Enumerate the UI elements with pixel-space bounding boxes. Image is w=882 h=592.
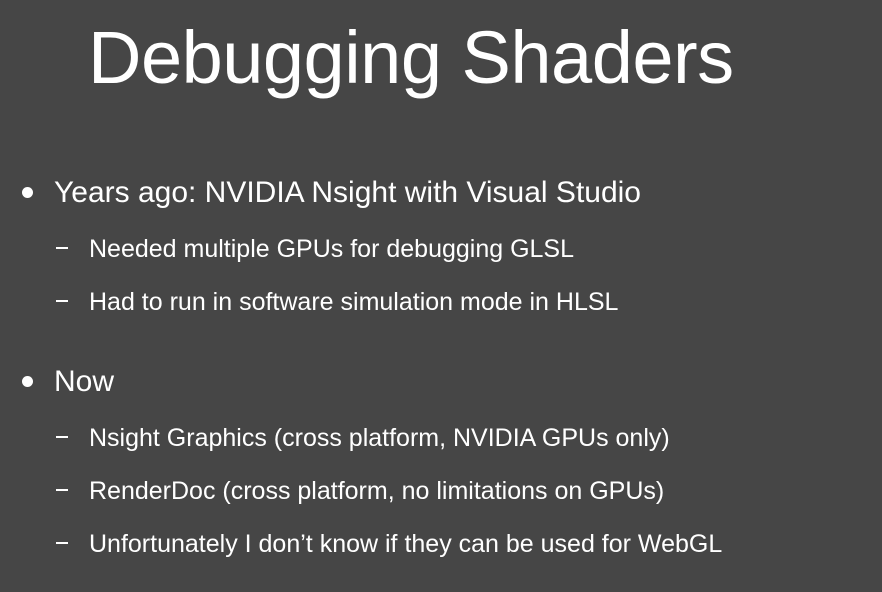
sub-bullet-text: RenderDoc (cross platform, no limitation… <box>89 477 665 505</box>
sub-bullet-item: RenderDoc (cross platform, no limitation… <box>0 474 882 508</box>
bullet-dot-icon <box>22 187 33 198</box>
sub-bullet-text: Needed multiple GPUs for debugging GLSL <box>89 235 575 263</box>
dash-icon <box>56 436 68 438</box>
bullet-item: Now <box>0 362 882 402</box>
dash-icon <box>56 247 68 249</box>
sub-bullet-text: Nsight Graphics (cross platform, NVIDIA … <box>89 424 670 452</box>
bullet-dot-icon <box>22 376 33 387</box>
sub-bullet-item: Nsight Graphics (cross platform, NVIDIA … <box>0 421 882 455</box>
sub-bullet-item: Had to run in software simulation mode i… <box>0 285 882 319</box>
slide: Debugging Shaders Years ago: NVIDIA Nsig… <box>0 0 882 592</box>
sub-bullet-text: Unfortunately I don’t know if they can b… <box>89 530 723 558</box>
dash-icon <box>56 542 68 544</box>
sub-bullet-item: Unfortunately I don’t know if they can b… <box>0 527 882 561</box>
sub-bullet-item: Needed multiple GPUs for debugging GLSL <box>0 232 882 266</box>
bullet-text: Years ago: NVIDIA Nsight with Visual Stu… <box>54 176 641 209</box>
sub-bullet-text: Had to run in software simulation mode i… <box>89 288 619 316</box>
dash-icon <box>56 300 68 302</box>
dash-icon <box>56 489 68 491</box>
bullet-text: Now <box>54 365 115 398</box>
bullet-item: Years ago: NVIDIA Nsight with Visual Stu… <box>0 173 882 213</box>
slide-title: Debugging Shaders <box>88 16 734 99</box>
